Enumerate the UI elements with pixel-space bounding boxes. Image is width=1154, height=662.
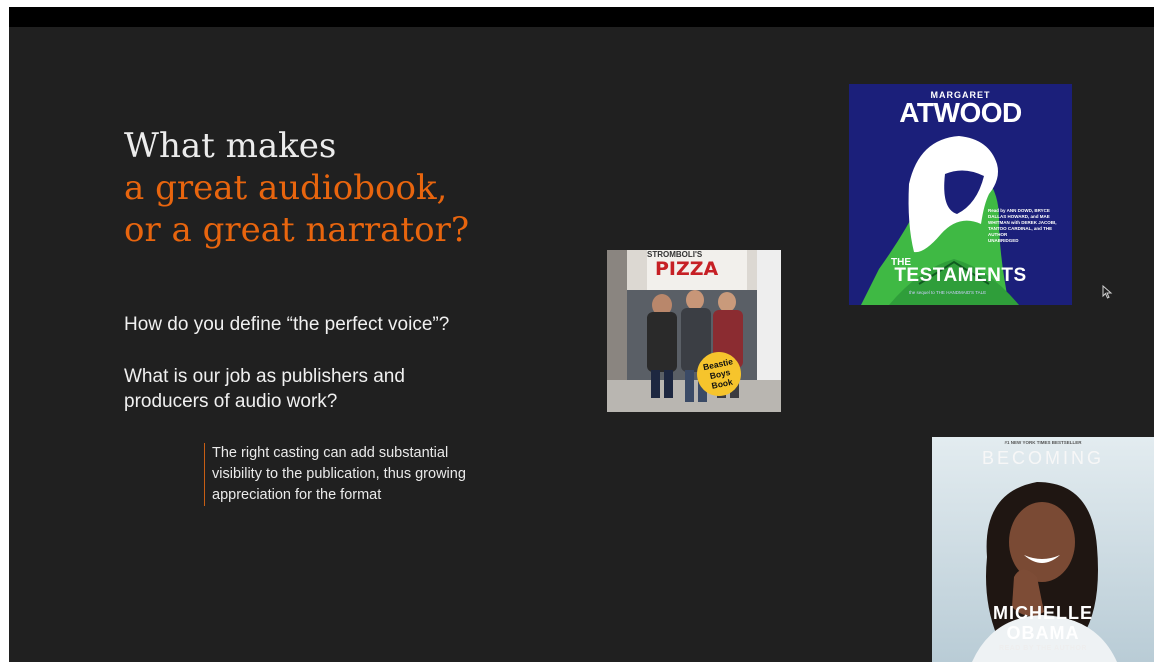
presentation-slide: What makes a great audiobook, or a great… [9, 27, 1154, 662]
becoming-title: BECOMING [981, 448, 1104, 468]
becoming-author-last: OBAMA [1006, 623, 1080, 643]
becoming-author-first: MICHELLE [993, 603, 1093, 623]
atwood-book-title: TESTAMENTS [894, 265, 1027, 286]
casting-callout: The right casting can add substantial vi… [204, 443, 482, 506]
question-perfect-voice: How do you define “the perfect voice”? [124, 314, 450, 335]
cover-beastie-boys-book: STROMBOLI'S PIZZA Beastie Boys Book [607, 250, 781, 412]
title-line-1: What makes [124, 126, 337, 166]
atwood-unabridged-label: UNABRIDGED [988, 238, 1019, 243]
atwood-narrator-credits: Read by ANN DOWD, BRYCE DALLAS HOWARD, a… [988, 208, 1057, 243]
slide-title: What makes a great audiobook, or a great… [124, 125, 469, 251]
becoming-read-by: READ BY THE AUTHOR [999, 645, 1087, 652]
title-line-2: a great audiobook, [124, 168, 448, 208]
atwood-tagline: the sequel to THE HANDMAID'S TALE [909, 290, 987, 295]
cover-the-testaments: MARGARET ATWOOD Read by ANN DOWD, BRYCE … [849, 84, 1072, 305]
title-line-3: or a great narrator? [124, 210, 470, 250]
question-publisher-job: What is our job as publishers and produc… [124, 366, 405, 412]
beastie-pizza-sign: PIZZA [655, 258, 719, 280]
becoming-bestseller-label: #1 NEW YORK TIMES BESTSELLER [1004, 440, 1082, 445]
cover-becoming: #1 NEW YORK TIMES BESTSELLER BECOMING MI… [932, 437, 1154, 662]
mouse-cursor-icon [1102, 285, 1113, 299]
